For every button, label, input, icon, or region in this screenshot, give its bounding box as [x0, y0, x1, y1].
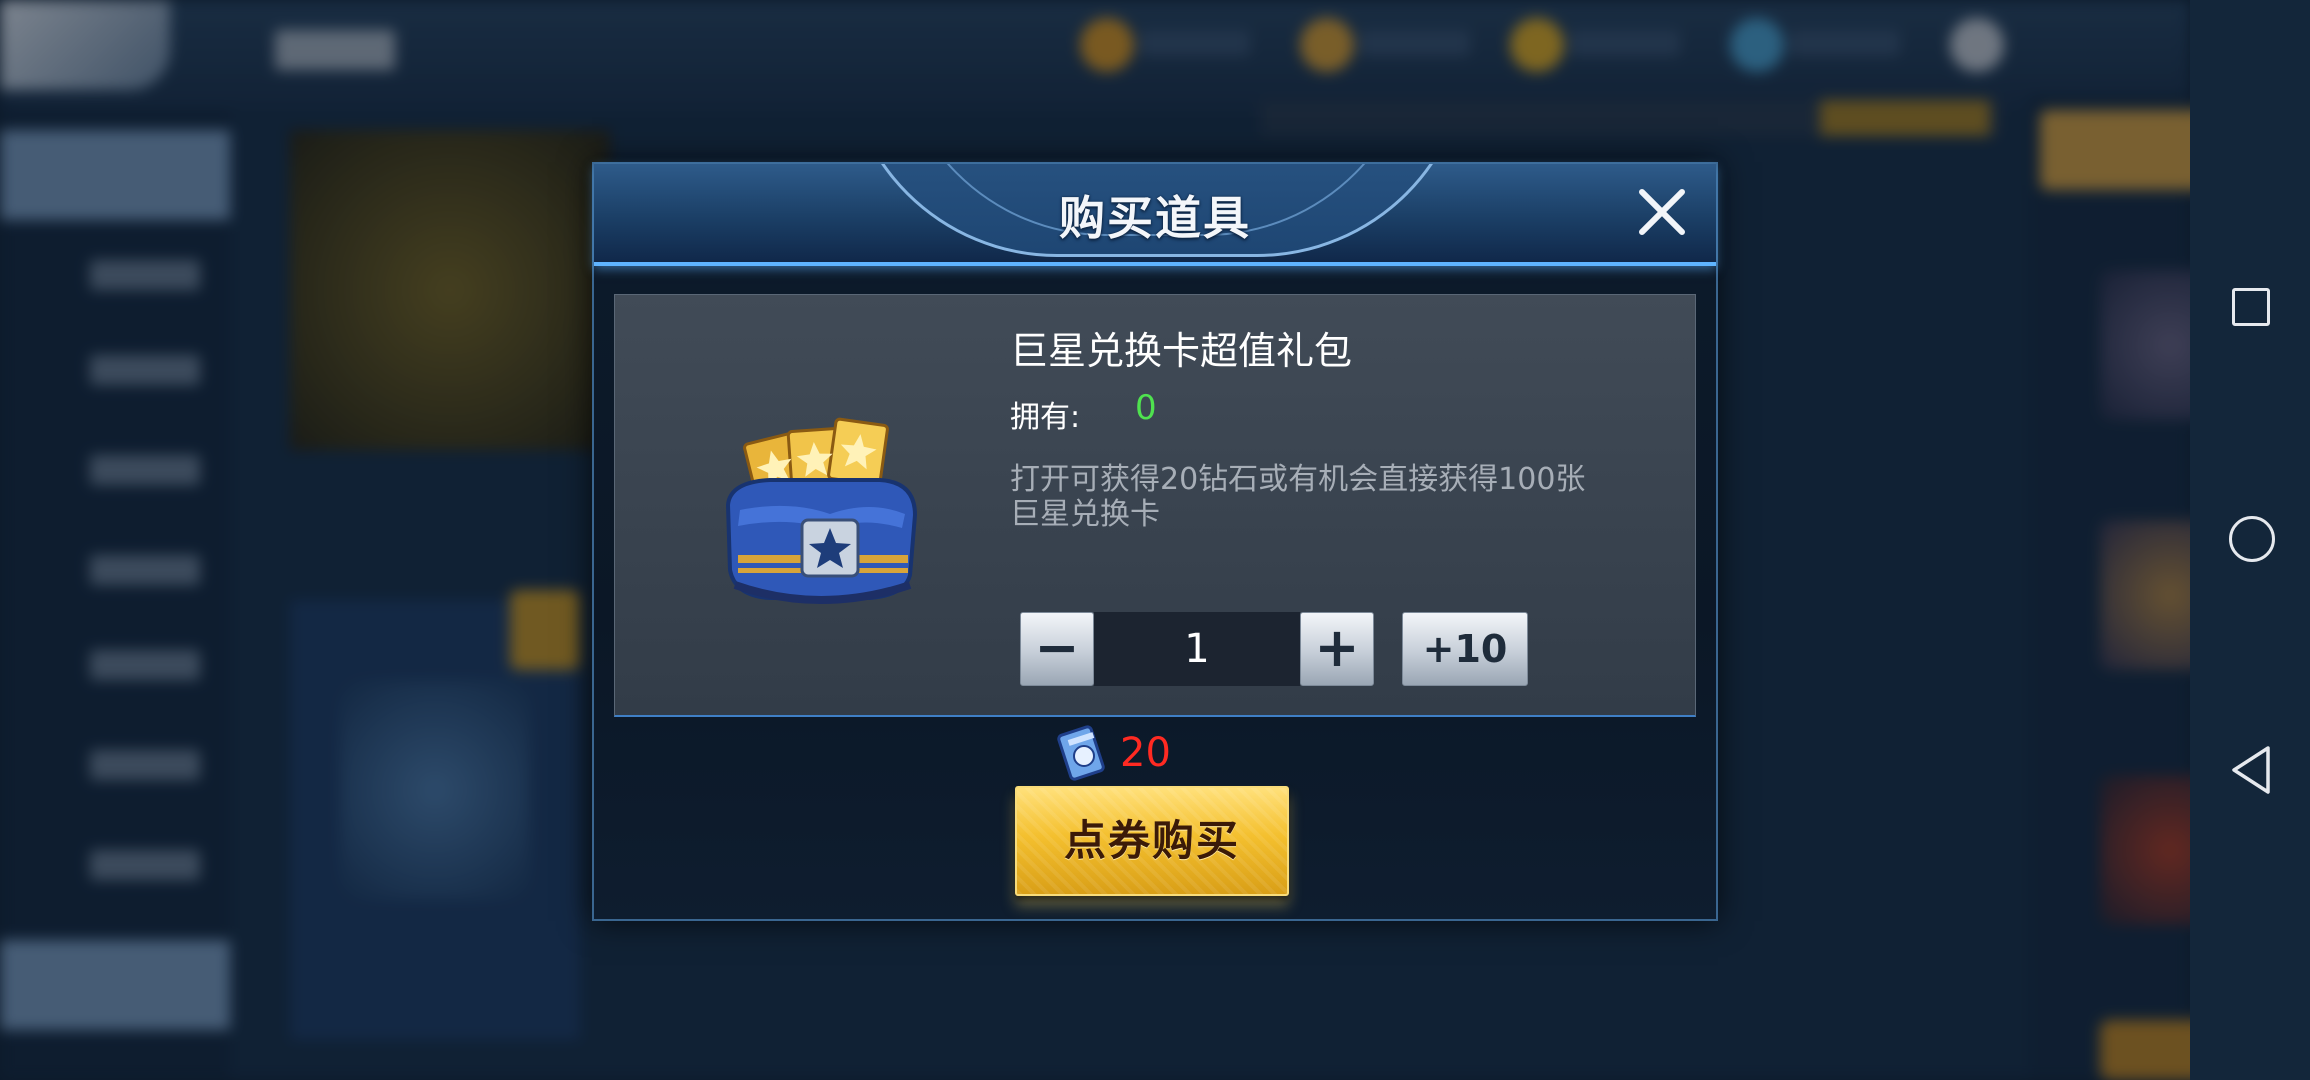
coupon-purchase-button[interactable]: 点券购买: [1015, 786, 1289, 896]
close-icon[interactable]: [1634, 184, 1690, 240]
dialog-title: 购买道具: [1059, 191, 1251, 245]
dialog-header: 购买道具: [594, 164, 1716, 266]
add-ten-button[interactable]: +10: [1402, 612, 1528, 686]
item-panel: 巨星兑换卡超值礼包 拥有: 0 打开可获得20钻石或有机会直接获得100张巨星兑…: [614, 294, 1696, 717]
price-value: 20: [1120, 730, 1171, 776]
item-name: 巨星兑换卡超值礼包: [1010, 329, 1353, 373]
owned-count: 0: [1135, 388, 1157, 428]
close-button[interactable]: [1634, 184, 1690, 240]
quantity-field[interactable]: 1: [1094, 612, 1300, 686]
coupon-icon: [1057, 725, 1105, 781]
purchase-dialog: 购买道具 巨星兑换卡超值礼包 拥有: 0 打开可获得20钻石或有机会直接获得10…: [592, 162, 1718, 921]
circle-home-icon[interactable]: [2229, 516, 2275, 562]
gift-bag-icon: [725, 417, 918, 604]
triangle-back-icon[interactable]: [2228, 744, 2274, 796]
increase-quantity-button[interactable]: +: [1300, 612, 1374, 686]
decrease-quantity-button[interactable]: −: [1020, 612, 1094, 686]
owned-label: 拥有:: [1010, 400, 1081, 435]
square-recent-icon[interactable]: [2232, 288, 2270, 326]
item-description: 打开可获得20钻石或有机会直接获得100张巨星兑换卡: [1010, 462, 1586, 532]
